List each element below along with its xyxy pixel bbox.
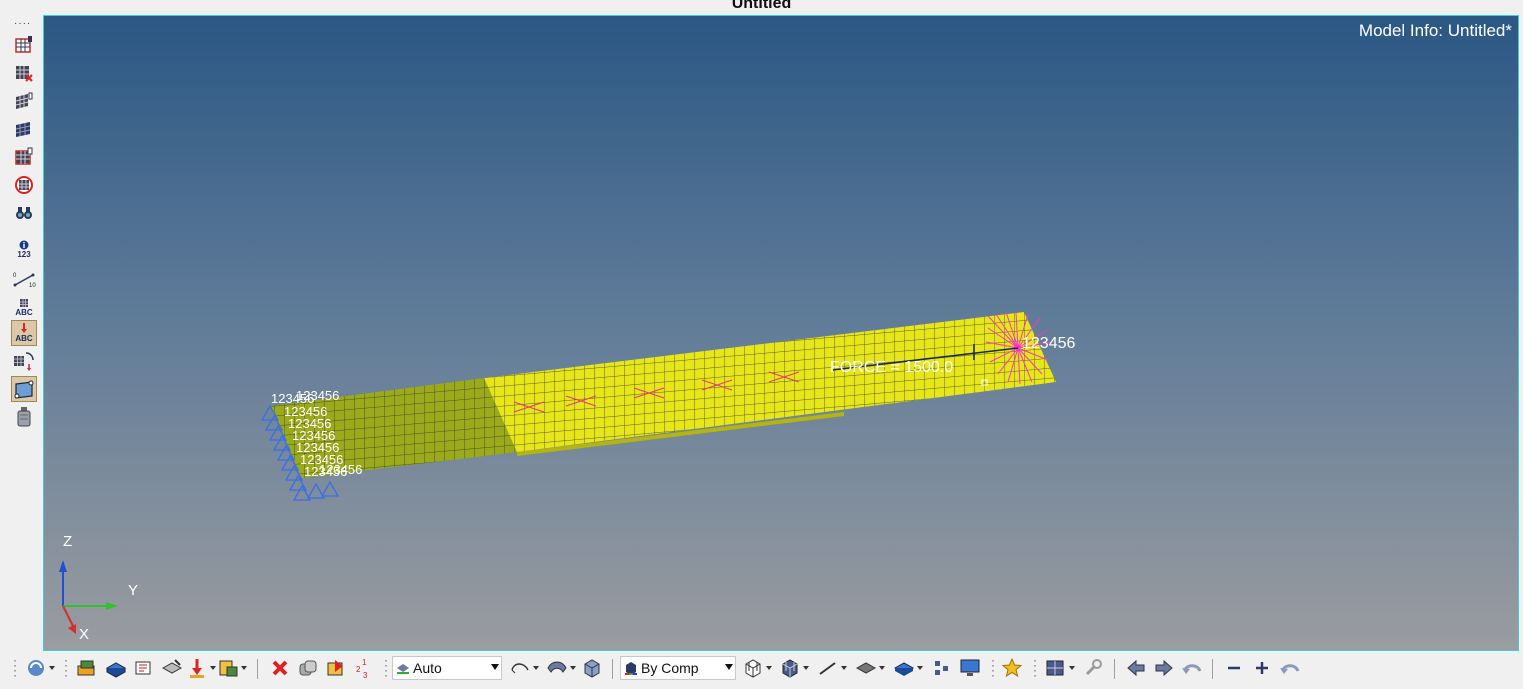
toolbar-grip[interactable]: ···· bbox=[1033, 654, 1037, 681]
move-icon[interactable] bbox=[11, 348, 37, 374]
load-collectors-icon[interactable] bbox=[160, 656, 184, 680]
geometry-display-icon[interactable] bbox=[506, 656, 542, 680]
toolbar-grip[interactable]: ···· bbox=[384, 654, 388, 681]
move-to-icon[interactable] bbox=[324, 656, 348, 680]
mesh-delete-icon[interactable] bbox=[11, 60, 37, 86]
bottom-toolbar: · · · · · · · · 123 · · · · Auto By Comp… bbox=[0, 652, 1523, 689]
view-layout-icon[interactable] bbox=[1042, 656, 1078, 680]
sets-icon[interactable] bbox=[216, 656, 248, 680]
info-icon-label: 123 bbox=[17, 249, 31, 259]
surface-display-icon[interactable] bbox=[543, 656, 579, 680]
renumber-icon[interactable]: 123 bbox=[352, 656, 376, 680]
next-view-icon[interactable] bbox=[1152, 656, 1176, 680]
panel-icon[interactable] bbox=[11, 376, 37, 402]
svg-text:0: 0 bbox=[13, 273, 17, 279]
shell-display-icon[interactable] bbox=[890, 656, 926, 680]
toolbar-grip[interactable]: ···· bbox=[13, 654, 17, 681]
axis-x-label: X bbox=[79, 626, 89, 643]
display-mode-value: Auto bbox=[413, 660, 442, 676]
force-label: FORCE = 1500.0 bbox=[830, 359, 953, 376]
svg-text:2: 2 bbox=[356, 665, 361, 674]
constraint-label: 123456 bbox=[1022, 335, 1075, 352]
line-display-icon[interactable] bbox=[815, 656, 849, 680]
components-icon[interactable] bbox=[75, 656, 99, 680]
axis-y-label: Y bbox=[128, 582, 138, 599]
svg-text:123456: 123456 bbox=[319, 462, 362, 477]
zoom-in-icon[interactable] bbox=[1250, 656, 1274, 680]
mesh-check-icon[interactable] bbox=[11, 144, 37, 170]
assembly-icon[interactable] bbox=[132, 656, 156, 680]
svg-text:10': 10' bbox=[29, 283, 36, 289]
svg-text:1: 1 bbox=[362, 658, 367, 667]
mesh-target-icon[interactable] bbox=[11, 172, 37, 198]
axis-z-label: Z bbox=[63, 533, 72, 550]
binoculars-icon[interactable] bbox=[11, 200, 37, 226]
label-icon[interactable]: ABC bbox=[11, 294, 37, 320]
mesh-shell-icon[interactable] bbox=[11, 88, 37, 114]
component-icon[interactable] bbox=[104, 656, 128, 680]
yellow-plate[interactable] bbox=[484, 312, 1056, 456]
duplicate-icon[interactable] bbox=[296, 656, 320, 680]
previous-view-icon[interactable] bbox=[1124, 656, 1148, 680]
toolbar-grip[interactable]: ···· bbox=[991, 654, 995, 681]
window-title: Untitled bbox=[731, 0, 792, 12]
load-steps-icon[interactable] bbox=[186, 656, 216, 680]
rotate-icon[interactable] bbox=[22, 656, 58, 680]
info-icon[interactable]: 123 bbox=[11, 236, 37, 262]
svg-text:3: 3 bbox=[363, 671, 368, 679]
weight-icon[interactable] bbox=[11, 404, 37, 430]
mesh-edit-icon[interactable] bbox=[11, 32, 37, 58]
load-label-icon-text: ABC bbox=[15, 334, 33, 343]
toolbar-grip[interactable]: ···· bbox=[64, 654, 68, 681]
solid-display-icon[interactable] bbox=[580, 656, 604, 680]
color-mode-value: By Comp bbox=[641, 660, 699, 676]
monitor-icon[interactable] bbox=[958, 656, 982, 680]
model-scene: 123456 123456 123456 123456 123456 12345… bbox=[59, 311, 1075, 643]
mesh-solid-icon[interactable] bbox=[11, 116, 37, 142]
delete-icon[interactable] bbox=[268, 656, 292, 680]
color-mode-select[interactable]: By Comp bbox=[620, 656, 736, 680]
zoom-out-icon[interactable] bbox=[1222, 656, 1246, 680]
model-view-icon[interactable] bbox=[930, 656, 954, 680]
left-toolbar: ···· 123 0 10' ABC ABC bbox=[0, 12, 44, 652]
display-mode-select[interactable]: Auto bbox=[392, 656, 502, 680]
graphics-viewport[interactable]: Model Info: Untitled* 123456 123456 1234… bbox=[43, 15, 1519, 651]
svg-text:123456: 123456 bbox=[296, 388, 339, 403]
shaded-mesh-icon[interactable] bbox=[776, 656, 812, 680]
wireframe-mesh-icon[interactable] bbox=[739, 656, 775, 680]
wrench-icon[interactable] bbox=[1080, 656, 1106, 680]
toolbar-grip[interactable]: ···· bbox=[14, 18, 31, 29]
star-icon[interactable] bbox=[1000, 656, 1024, 680]
element-display-icon[interactable] bbox=[852, 656, 888, 680]
axes-triad bbox=[59, 560, 118, 634]
measure-icon[interactable]: 0 10' bbox=[11, 266, 37, 292]
label-icon-text: ABC bbox=[15, 307, 33, 317]
undo-view-icon[interactable] bbox=[1180, 656, 1204, 680]
load-label-icon[interactable]: ABC bbox=[11, 320, 37, 346]
color-mode-icon bbox=[625, 662, 637, 675]
display-mode-icon bbox=[397, 664, 409, 674]
redo-view-icon[interactable] bbox=[1278, 656, 1302, 680]
